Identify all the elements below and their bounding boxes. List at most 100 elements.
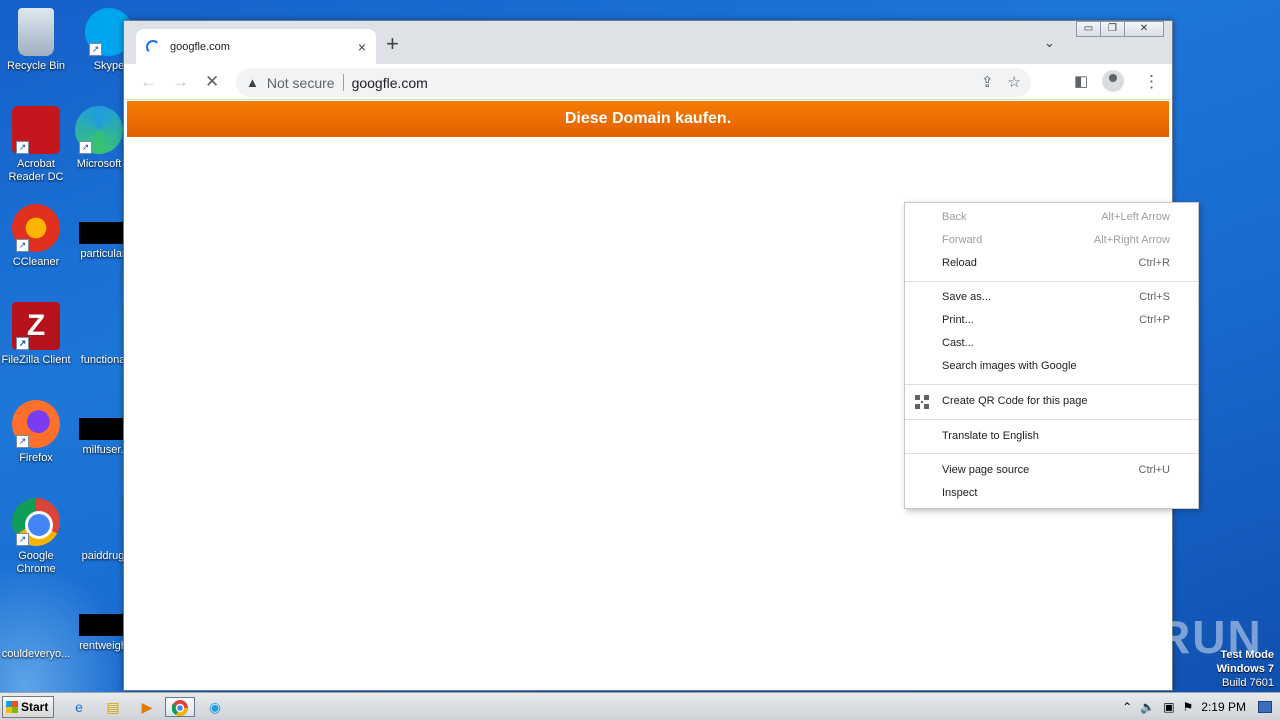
menu-item-shortcut: Ctrl+S bbox=[1139, 291, 1170, 303]
menu-item-shortcut: Alt+Right Arrow bbox=[1093, 234, 1170, 246]
recycle-bin-icon bbox=[18, 8, 54, 56]
menu-item-label: Print... bbox=[942, 314, 974, 326]
media-player-icon[interactable]: ▶ bbox=[136, 697, 158, 717]
menu-item-label: View page source bbox=[942, 464, 1030, 476]
chrome-icon bbox=[171, 700, 188, 716]
tab-title: googfle.com bbox=[170, 40, 230, 53]
menu-separator bbox=[905, 281, 1198, 282]
context-menu: Back Alt+Left Arrow Forward Alt+Right Ar… bbox=[904, 202, 1199, 509]
security-status[interactable]: Not secure bbox=[267, 75, 335, 91]
desktop-icon-ccleaner[interactable]: ↗ CCleaner bbox=[0, 204, 73, 269]
show-desktop-icon[interactable] bbox=[1258, 701, 1272, 713]
taskbar: Start e ▤ ▶ ◉ ⌃ 🔈 ▣ ⚑ 2:19 PM bbox=[0, 692, 1280, 720]
menu-item-label: Reload bbox=[942, 257, 977, 269]
omnibox-actions: ⇪ ☆ bbox=[981, 73, 1021, 91]
file-icon bbox=[79, 614, 127, 636]
menu-item-label: Translate to English bbox=[942, 430, 1039, 442]
url-text[interactable]: googfle.com bbox=[352, 75, 428, 91]
file-icon bbox=[79, 498, 127, 546]
menu-item-label: Search images with Google bbox=[942, 360, 1077, 372]
desktop-icon-label: CCleaner bbox=[12, 256, 60, 268]
acrobat-icon: ↗ bbox=[12, 106, 60, 154]
desktop-icon-file[interactable]: couldeveryo... bbox=[0, 596, 73, 661]
menu-item-forward[interactable]: Forward Alt+Right Arrow bbox=[905, 230, 1198, 252]
internet-explorer-icon[interactable]: e bbox=[68, 697, 90, 717]
test-mode-text: Test Mode Windows 7 Build 7601 bbox=[1217, 648, 1274, 690]
chrome-icon: ↗ bbox=[12, 498, 60, 546]
tab-search-icon[interactable]: ⌄ bbox=[1044, 35, 1055, 51]
menu-separator bbox=[905, 419, 1198, 420]
stop-button[interactable]: ✕ bbox=[205, 72, 219, 92]
menu-item-cast[interactable]: Cast... bbox=[905, 333, 1198, 355]
forward-button[interactable]: → bbox=[172, 72, 189, 92]
menu-item-reload[interactable]: Reload Ctrl+R bbox=[905, 253, 1198, 275]
profile-avatar-icon[interactable] bbox=[1102, 70, 1124, 92]
menu-item-back[interactable]: Back Alt+Left Arrow bbox=[905, 207, 1198, 229]
file-explorer-icon[interactable]: ▤ bbox=[102, 697, 124, 717]
firefox-icon: ↗ bbox=[12, 400, 60, 448]
menu-item-label: Create QR Code for this page bbox=[942, 395, 1088, 407]
shortcut-arrow-icon: ↗ bbox=[89, 43, 102, 56]
close-tab-icon[interactable]: × bbox=[358, 39, 366, 55]
shortcut-arrow-icon: ↗ bbox=[16, 533, 29, 546]
menu-item-inspect[interactable]: Inspect bbox=[905, 483, 1198, 505]
menu-item-translate[interactable]: Translate to English bbox=[905, 426, 1198, 448]
menu-item-create-qr[interactable]: Create QR Code for this page bbox=[905, 391, 1198, 413]
desktop-icon-chrome[interactable]: ↗ Google Chrome bbox=[0, 498, 73, 576]
shortcut-arrow-icon: ↗ bbox=[16, 435, 29, 448]
maximize-button[interactable]: ❐ bbox=[1100, 21, 1125, 37]
desktop-icon-recycle-bin[interactable]: Recycle Bin bbox=[0, 8, 73, 73]
side-panel-icon[interactable]: ◧ bbox=[1074, 72, 1088, 92]
share-icon[interactable]: ⇪ bbox=[981, 73, 994, 91]
desktop-icon-label: particular bbox=[80, 248, 126, 260]
clock[interactable]: 2:19 PM bbox=[1201, 700, 1246, 714]
chevron-up-icon[interactable]: ⌃ bbox=[1122, 700, 1132, 714]
chrome-taskbar-icon[interactable] bbox=[165, 697, 195, 717]
warning-icon[interactable]: ▲ bbox=[246, 75, 259, 90]
desktop-icon-filezilla[interactable]: Z ↗ FileZilla Client bbox=[0, 302, 73, 367]
menu-item-label: Back bbox=[942, 211, 967, 223]
edge-taskbar-icon[interactable]: ◉ bbox=[204, 697, 226, 717]
desktop-icon-firefox[interactable]: ↗ Firefox bbox=[0, 400, 73, 465]
shortcut-arrow-icon: ↗ bbox=[79, 141, 92, 154]
flag-icon[interactable]: ⚑ bbox=[1183, 700, 1194, 714]
edge-icon: ↗ bbox=[75, 106, 123, 154]
back-button[interactable]: ← bbox=[140, 72, 157, 92]
menu-item-save-as[interactable]: Save as... Ctrl+S bbox=[905, 287, 1198, 309]
desktop-icon-label: Firefox bbox=[19, 452, 53, 464]
minimize-button[interactable]: ▭ bbox=[1076, 21, 1101, 37]
desktop-icon-label: milfuser. bbox=[82, 444, 124, 456]
menu-item-shortcut: Ctrl+P bbox=[1139, 314, 1170, 326]
menu-item-print[interactable]: Print... Ctrl+P bbox=[905, 310, 1198, 332]
browser-toolbar: ← → ✕ ▲ Not secure googfle.com ⇪ ☆ ◧ ⋮ bbox=[124, 64, 1172, 100]
loading-spinner-icon bbox=[146, 39, 160, 54]
speaker-icon[interactable]: 🔈 bbox=[1140, 700, 1155, 714]
tab-googfle[interactable]: googfle.com × bbox=[136, 29, 376, 64]
menu-item-label: Cast... bbox=[942, 337, 974, 349]
new-tab-button[interactable]: + bbox=[386, 33, 399, 55]
desktop-icon-label: functiona bbox=[80, 354, 126, 366]
window-controls: ▭ ❐ ✕ bbox=[1076, 21, 1164, 37]
qr-code-icon bbox=[915, 395, 929, 409]
desktop-icon-label: rentweigh bbox=[79, 640, 127, 652]
system-tray: ⌃ 🔈 ▣ ⚑ 2:19 PM bbox=[1122, 693, 1280, 720]
shortcut-arrow-icon: ↗ bbox=[16, 141, 29, 154]
close-window-button[interactable]: ✕ bbox=[1124, 21, 1164, 37]
start-button[interactable]: Start bbox=[2, 696, 54, 718]
desktop-icon-label: paiddrug bbox=[81, 550, 125, 562]
menu-item-shortcut: Alt+Left Arrow bbox=[1101, 211, 1170, 223]
menu-item-search-images[interactable]: Search images with Google bbox=[905, 356, 1198, 378]
menu-item-view-source[interactable]: View page source Ctrl+U bbox=[905, 460, 1198, 482]
browser-titlebar: googfle.com × + ⌄ ▭ ❐ ✕ bbox=[124, 21, 1172, 64]
desktop-icon-label: Microsoft bbox=[76, 158, 122, 170]
menu-icon[interactable]: ⋮ bbox=[1143, 72, 1160, 92]
buy-domain-banner[interactable]: Diese Domain kaufen. bbox=[127, 101, 1169, 137]
file-icon bbox=[12, 596, 60, 644]
test-mode-line1: Test Mode bbox=[1220, 649, 1274, 661]
bookmark-star-icon[interactable]: ☆ bbox=[1008, 73, 1021, 91]
file-icon bbox=[79, 222, 127, 244]
menu-item-shortcut: Ctrl+U bbox=[1138, 464, 1170, 476]
shortcut-arrow-icon: ↗ bbox=[16, 337, 29, 350]
address-bar[interactable]: ▲ Not secure googfle.com ⇪ ☆ bbox=[236, 68, 1031, 97]
network-icon[interactable]: ▣ bbox=[1163, 700, 1174, 714]
